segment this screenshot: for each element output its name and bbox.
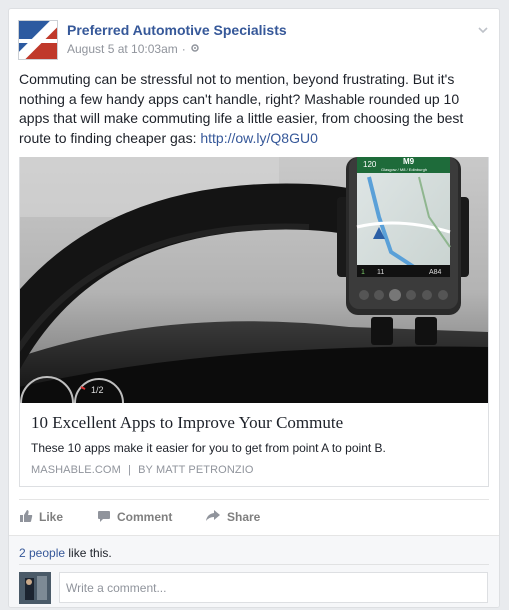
attachment-image[interactable]: 1/2 120 M9 Glasgow / M8 / Edinburgh 1 11… bbox=[20, 157, 488, 403]
source-domain: MASHABLE.COM bbox=[31, 464, 121, 476]
attachment-description: These 10 apps make it easier for you to … bbox=[31, 441, 386, 455]
comment-icon bbox=[97, 509, 111, 526]
post-header: Preferred Automotive Specialists August … bbox=[18, 20, 489, 64]
ufi-area: 2 people like this. bbox=[9, 536, 499, 607]
post-link[interactable]: http://ow.ly/Q8GU0 bbox=[200, 130, 318, 146]
comment-divider bbox=[19, 564, 489, 565]
comment-label: Comment bbox=[117, 510, 173, 524]
comment-button[interactable]: Comment bbox=[97, 507, 205, 527]
likes-summary: 2 people like this. bbox=[19, 546, 112, 560]
chevron-down-icon[interactable] bbox=[477, 24, 489, 36]
like-label: Like bbox=[39, 510, 64, 524]
thumbs-up-icon bbox=[19, 509, 33, 526]
page-name-link[interactable]: Preferred Automotive Specialists bbox=[67, 22, 287, 38]
likes-suffix: like this. bbox=[65, 546, 112, 560]
phone-screen-route: M9 bbox=[403, 157, 415, 166]
like-button[interactable]: Like bbox=[19, 507, 97, 527]
source-author: BY MATT PETRONZIO bbox=[138, 464, 254, 476]
page-avatar[interactable] bbox=[18, 20, 58, 60]
post-actions: Like Comment Share bbox=[19, 507, 260, 527]
privacy-gear-icon[interactable] bbox=[190, 43, 200, 56]
post-body: Commuting can be stressful not to mentio… bbox=[19, 70, 483, 148]
phone-screen-street: Glasgow / M8 / Edinburgh bbox=[381, 167, 427, 172]
gauge-label: 1/2 bbox=[91, 385, 104, 395]
phone-screen-bottom-left: 1 bbox=[361, 269, 365, 276]
user-avatar[interactable] bbox=[19, 572, 51, 604]
attachment-source: MASHABLE.COM | BY MATT PETRONZIO bbox=[31, 464, 254, 476]
attachment-title[interactable]: 10 Excellent Apps to Improve Your Commut… bbox=[31, 413, 343, 433]
likes-count-link[interactable]: 2 people bbox=[19, 546, 65, 560]
actions-divider bbox=[19, 499, 489, 500]
phone-screen-top-left: 120 bbox=[363, 160, 377, 169]
phone-screen-bottom-right: A84 bbox=[429, 269, 442, 276]
share-arrow-icon bbox=[205, 509, 221, 526]
link-attachment[interactable]: 1/2 120 M9 Glasgow / M8 / Edinburgh 1 11… bbox=[19, 157, 489, 487]
post-card: Preferred Automotive Specialists August … bbox=[8, 8, 500, 608]
source-divider: | bbox=[128, 464, 131, 476]
comment-input[interactable] bbox=[59, 572, 488, 603]
meta-separator: · bbox=[181, 42, 186, 56]
share-label: Share bbox=[227, 510, 261, 524]
post-timestamp[interactable]: August 5 at 10:03am bbox=[67, 42, 178, 56]
post-meta: August 5 at 10:03am · bbox=[67, 42, 200, 56]
phone-screen-bottom-mid: 11 bbox=[377, 269, 384, 276]
share-button[interactable]: Share bbox=[205, 507, 260, 527]
